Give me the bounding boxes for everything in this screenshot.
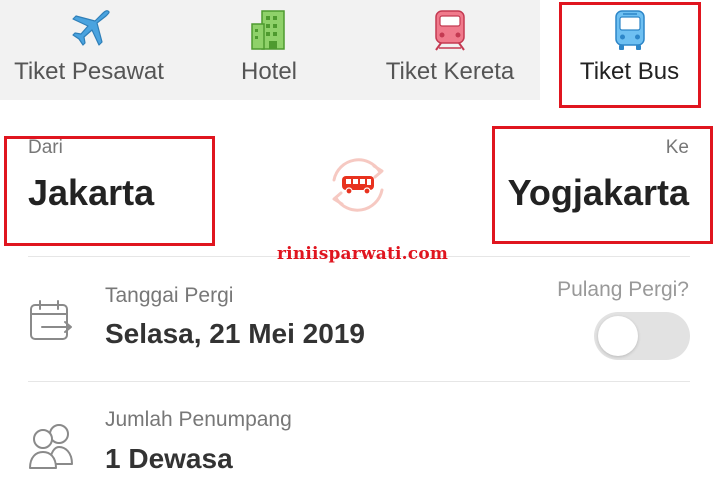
from-label: Dari [28,137,63,158]
watermark-text: riniisparwati.com [277,244,449,264]
swap-bus-icon[interactable] [322,150,394,220]
tab-label: Tiket Bus [579,58,680,85]
divider [28,381,690,382]
departure-date-field[interactable]: Selasa, 21 Mei 2019 [105,318,365,350]
passengers-field[interactable]: 1 Dewasa [105,443,233,475]
airplane-icon [72,10,110,46]
tab-tiket-pesawat[interactable]: Tiket Pesawat [0,0,178,100]
from-city-field[interactable]: Jakarta [28,172,154,214]
passengers-icon[interactable] [26,420,78,470]
train-icon [435,10,465,51]
tab-tiket-kereta[interactable]: Tiket Kereta [360,0,540,100]
transport-tabbar: Tiket Pesawat Hotel Tiket Kereta Tiket B… [0,0,719,110]
tab-tiket-bus[interactable]: Tiket Bus [540,0,719,100]
passengers-label: Jumlah Penumpang [105,408,292,431]
hotel-building-icon [251,10,285,50]
tab-label: Tiket Kereta [385,58,515,85]
round-trip-label: Pulang Pergi? [557,278,689,301]
tab-hotel[interactable]: Hotel [178,0,360,100]
tab-label: Hotel [240,58,298,85]
toggle-knob [598,316,638,356]
date-label: Tanggai Pergi [105,284,234,307]
tab-label: Tiket Pesawat [14,58,164,85]
to-city-field[interactable]: Yogjakarta [508,172,689,214]
to-label: Ke [665,137,689,158]
round-trip-toggle[interactable] [594,312,690,360]
bus-icon [614,10,645,50]
calendar-icon[interactable] [28,298,74,344]
